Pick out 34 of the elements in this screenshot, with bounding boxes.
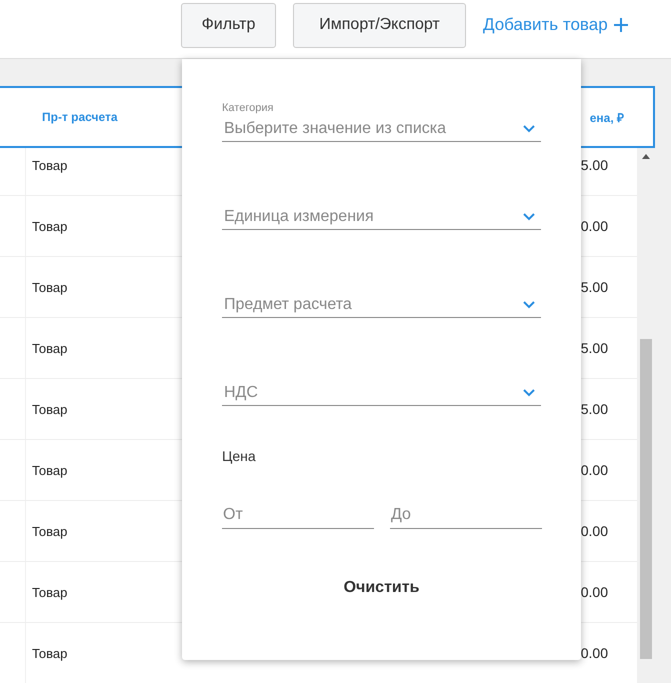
chevron-down-icon [523, 301, 535, 309]
table-cell-text: 5.00 [580, 279, 609, 295]
table-cell-text: Товар [31, 402, 68, 416]
table-cell-text: Товар [31, 646, 68, 660]
table-cell-text: 5.00 [580, 340, 609, 356]
toolbar-button[interactable]: Фильтр [181, 2, 276, 48]
scrollbar[interactable] [637, 148, 655, 683]
table-cell-text: Товар [31, 584, 68, 600]
dropdown-field[interactable]: Предмет расчета [222, 292, 541, 318]
table-cell-text: Товар [31, 218, 68, 234]
table-cell-text: Товар [31, 524, 68, 538]
table-cell-text: 5.00 [580, 157, 609, 173]
clear-button[interactable]: Очистить [334, 573, 430, 603]
field-label: Категория [222, 102, 274, 114]
table-cell-text: 0.00 [580, 218, 609, 234]
dropdown-field[interactable]: Выберите значение из списка [222, 116, 541, 142]
toolbar-button[interactable]: Импорт/Экспорт [293, 2, 466, 48]
chevron-down-icon [523, 389, 535, 397]
plus-icon [612, 17, 629, 33]
table-cell-text: Товар [31, 280, 68, 294]
table-cell-text: 0.00 [580, 523, 609, 539]
chevron-down-icon [523, 213, 535, 221]
table-cell-text: Товар [31, 158, 68, 172]
table-cell-text: 0.00 [580, 645, 609, 661]
dropdown-field[interactable]: НДС [222, 380, 541, 406]
scroll-up-arrow-icon[interactable] [642, 154, 650, 159]
table-cell-text: 0.00 [580, 584, 609, 600]
table-cell-text: Товар [31, 340, 68, 356]
table-cell-text: 0.00 [580, 462, 609, 478]
chevron-down-icon [523, 125, 535, 133]
table-cell-text: Товар [31, 462, 68, 478]
dropdown-field[interactable]: Единица измерения [222, 204, 541, 230]
table-cell-text: 5.00 [580, 401, 609, 417]
field-label: Цена [222, 448, 257, 464]
